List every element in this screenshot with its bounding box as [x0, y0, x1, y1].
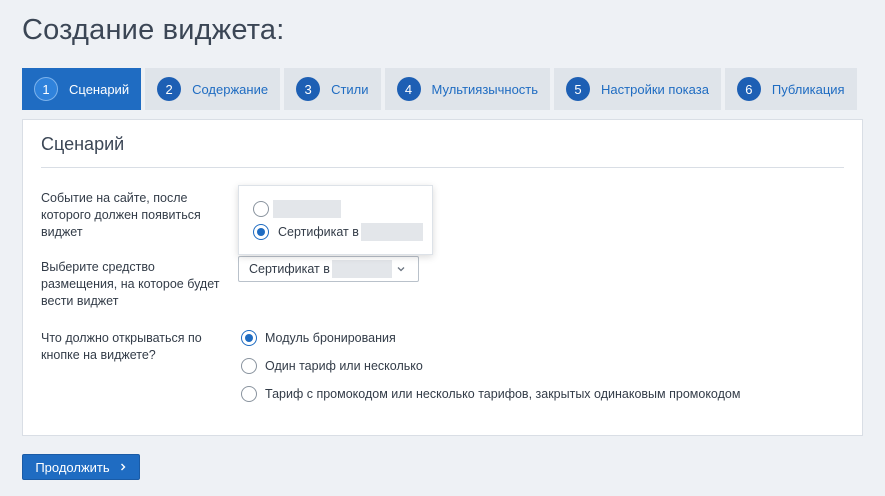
page-title: Создание виджета: [22, 14, 285, 46]
step-number: 3 [296, 77, 321, 101]
tab-label: Содержание [192, 81, 269, 97]
radio-checked-icon[interactable] [241, 330, 257, 346]
divider [41, 167, 844, 168]
option-label: Один тариф или несколько [265, 359, 423, 373]
option-booking-module[interactable]: Модуль бронирования [241, 330, 396, 346]
placement-label: Выберите средство размещения, на которое… [41, 260, 220, 308]
radio-icon[interactable] [241, 386, 257, 402]
tab-content[interactable]: 2 Содержание [145, 68, 281, 110]
chevron-right-icon [120, 463, 126, 471]
option-label: Модуль бронирования [265, 331, 396, 345]
redacted-text [273, 200, 341, 218]
tab-multilanguage[interactable]: 4 Мультиязычность [384, 68, 551, 110]
step-number: 6 [736, 77, 761, 101]
continue-label: Продолжить [35, 459, 110, 475]
tab-label: Сценарий [69, 81, 130, 97]
step-number: 5 [566, 77, 591, 101]
tab-label: Мультиязычность [431, 81, 539, 97]
option-promo-tariffs[interactable]: Тариф с промокодом или несколько тарифов… [241, 386, 740, 402]
event-option-label: Сертификат в [278, 225, 359, 239]
chevron-down-icon [397, 267, 405, 272]
tab-label: Стили [331, 81, 369, 97]
continue-button[interactable]: Продолжить [22, 454, 140, 480]
placement-select-value: Сертификат в [249, 262, 330, 276]
step-number: 4 [396, 77, 421, 101]
step-number: 1 [34, 77, 58, 101]
redacted-text [331, 260, 392, 278]
button-action-label: Что должно открываться по кнопке на видж… [41, 331, 202, 362]
tab-label: Публикация [771, 81, 845, 97]
tab-display-settings[interactable]: 5 Настройки показа [554, 68, 721, 110]
placement-select[interactable]: Сертификат в [238, 256, 419, 282]
card-title: Сценарий [41, 134, 125, 154]
tab-publication[interactable]: 6 Публикация [724, 68, 857, 110]
radio-icon [253, 201, 269, 217]
event-dropdown: Сертификат в [238, 185, 433, 255]
wizard-tabs: 1 Сценарий 2 Содержание 3 Стили 4 Мульти… [22, 68, 857, 110]
option-one-or-many-tariffs[interactable]: Один тариф или несколько [241, 358, 423, 374]
event-label: Событие на сайте, после которого должен … [41, 191, 201, 239]
option-label: Тариф с промокодом или несколько тарифов… [265, 387, 741, 401]
tab-styles[interactable]: 3 Стили [284, 68, 381, 110]
redacted-text [360, 223, 423, 241]
tab-label: Настройки показа [601, 81, 709, 97]
event-option-1[interactable] [253, 200, 341, 218]
radio-checked-icon [253, 224, 269, 240]
radio-icon[interactable] [241, 358, 257, 374]
step-number: 2 [157, 77, 182, 101]
tab-scenario[interactable]: 1 Сценарий [22, 68, 142, 110]
event-option-2[interactable]: Сертификат в [253, 223, 423, 241]
